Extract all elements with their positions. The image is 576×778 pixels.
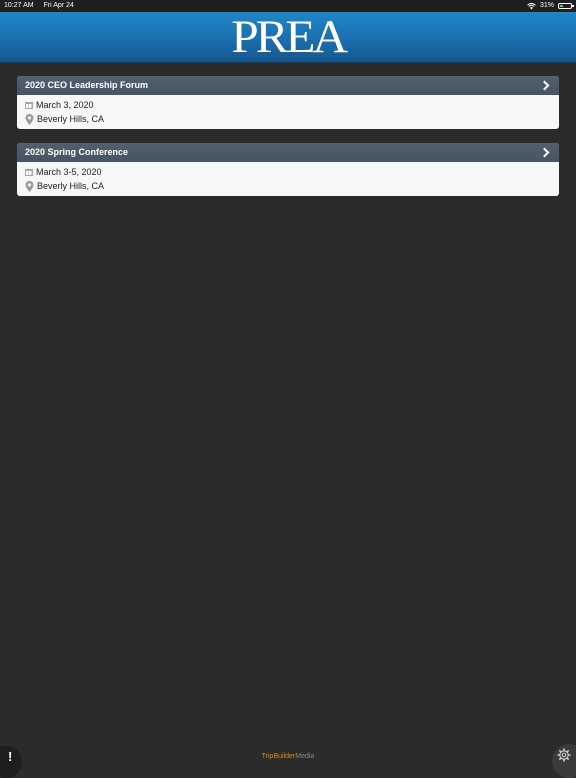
- event-date-row: March 3-5, 2020: [25, 165, 551, 179]
- footer-brand: TripBuilderMedia: [0, 753, 576, 760]
- gear-icon: [557, 748, 571, 762]
- app-header: PREA: [0, 12, 576, 63]
- battery-fill: [560, 5, 563, 7]
- event-title: 2020 Spring Conference: [25, 147, 129, 157]
- brand-tripbuilder: TripBuilder: [261, 753, 296, 760]
- alert-icon: !: [8, 749, 13, 764]
- alert-button[interactable]: !: [0, 746, 22, 778]
- event-body: March 3, 2020 Beverly Hills, CA: [17, 95, 559, 129]
- settings-button[interactable]: [552, 744, 576, 778]
- status-right: 31%: [527, 0, 574, 12]
- status-time: 10:27 AM: [4, 2, 34, 9]
- event-date: March 3-5, 2020: [36, 167, 102, 177]
- status-date: Fri Apr 24: [43, 2, 74, 9]
- calendar-icon: [25, 101, 33, 109]
- event-location: Beverly Hills, CA: [37, 181, 105, 191]
- event-card[interactable]: 2020 CEO Leadership Forum March 3, 2020 …: [17, 76, 559, 129]
- event-location: Beverly Hills, CA: [37, 114, 105, 124]
- battery-percent: 31%: [539, 2, 554, 9]
- event-date: March 3, 2020: [36, 100, 94, 110]
- event-header[interactable]: 2020 Spring Conference: [17, 143, 559, 162]
- event-date-row: March 3, 2020: [25, 98, 551, 112]
- chevron-right-icon: [539, 147, 550, 158]
- calendar-icon: [25, 168, 33, 176]
- event-title: 2020 CEO Leadership Forum: [25, 80, 149, 90]
- battery-tip: [572, 5, 574, 7]
- event-list: 2020 CEO Leadership Forum March 3, 2020 …: [17, 76, 559, 210]
- event-location-row: Beverly Hills, CA: [25, 112, 551, 126]
- event-header[interactable]: 2020 CEO Leadership Forum: [17, 76, 559, 95]
- event-location-row: Beverly Hills, CA: [25, 179, 551, 193]
- location-pin-icon: [25, 180, 34, 192]
- location-pin-icon: [25, 113, 34, 125]
- brand-media: Media: [295, 753, 315, 760]
- event-card[interactable]: 2020 Spring Conference March 3-5, 2020 B…: [17, 143, 559, 196]
- wifi-icon: [527, 2, 536, 9]
- event-body: March 3-5, 2020 Beverly Hills, CA: [17, 162, 559, 196]
- chevron-right-icon: [539, 80, 550, 91]
- prea-logo: PREA: [231, 11, 348, 63]
- battery-icon: [558, 3, 574, 9]
- status-left: 10:27 AM Fri Apr 24: [4, 0, 82, 12]
